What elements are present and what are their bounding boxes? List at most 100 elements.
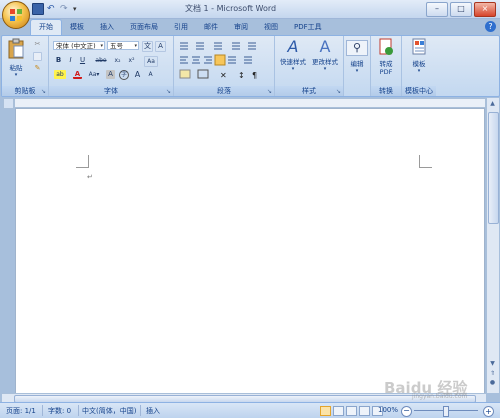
cut-icon[interactable]: ✂: [33, 40, 42, 49]
shrink-font-button[interactable]: A: [146, 70, 155, 79]
font-name-combo[interactable]: 宋体 (中文正) ▾: [53, 41, 105, 50]
tab-template[interactable]: 模板: [62, 20, 92, 35]
svg-text:↕: ↕: [238, 71, 245, 80]
tab-review[interactable]: 审阅: [226, 20, 256, 35]
pdf-icon: [379, 38, 393, 55]
paste-icon: [8, 38, 24, 59]
paragraph-buttons-icon: ✕ ↕ ¶: [179, 42, 257, 80]
phonetic-guide-icon[interactable]: 文: [142, 41, 153, 52]
browse-object-icon[interactable]: ●: [488, 379, 497, 388]
quick-access-toolbar: ↶ ↷ ▾: [32, 3, 83, 15]
tab-mailings[interactable]: 邮件: [196, 20, 226, 35]
change-styles-button[interactable]: A 更改样式 ▾: [309, 37, 341, 73]
tab-view[interactable]: 视图: [256, 20, 286, 35]
status-separator: [42, 405, 43, 416]
grow-font-button[interactable]: A: [133, 70, 142, 79]
convert-group: 转成 PDF 转换: [371, 36, 402, 96]
scroll-down-icon[interactable]: ▼: [488, 360, 497, 369]
font-size-combo[interactable]: 五号 ▾: [107, 41, 139, 50]
view-buttons: [320, 406, 383, 416]
vertical-scroll-thumb[interactable]: [488, 112, 499, 224]
template-center-group: 模板 ▾ 模板中心: [402, 36, 436, 96]
svg-text:¶: ¶: [252, 71, 257, 80]
styles-group-label: 样式: [275, 86, 343, 96]
ruler-toggle-button[interactable]: [3, 98, 14, 109]
language-indicator[interactable]: 中文(简体，中国): [82, 406, 136, 416]
tab-insert[interactable]: 插入: [92, 20, 122, 35]
chevron-down-icon: ▾: [100, 43, 103, 49]
outline-view-icon[interactable]: [359, 406, 370, 416]
styles-launcher-icon[interactable]: ↘: [336, 88, 341, 95]
undo-icon[interactable]: ↶: [47, 4, 57, 14]
zoom-slider-thumb[interactable]: [443, 406, 449, 417]
template-label: 模板: [412, 60, 426, 68]
font-size-value: 五号: [110, 42, 123, 50]
italic-button[interactable]: I: [66, 56, 75, 65]
zoom-out-icon[interactable]: −: [401, 406, 412, 417]
format-painter-icon[interactable]: ✎: [33, 64, 42, 73]
font-group: 宋体 (中文正) ▾ 五号 ▾ 文 A B I U abe x₂ x² Aa ab …: [49, 36, 174, 96]
strikethrough-button[interactable]: abe: [94, 56, 108, 65]
editing-button[interactable]: ⚲ 编辑 ▾: [346, 40, 368, 74]
font-launcher-icon[interactable]: ↘: [166, 88, 171, 95]
enclose-char-icon[interactable]: 字: [119, 70, 129, 80]
editing-group: ⚲ 编辑 ▾: [344, 36, 371, 96]
save-icon[interactable]: [32, 3, 44, 15]
clear-formatting-button[interactable]: Aa: [144, 56, 158, 67]
to-pdf-label-1: 转成: [379, 60, 393, 68]
char-shading-button[interactable]: A: [106, 70, 115, 79]
window-controls: – □ ×: [426, 2, 496, 17]
previous-page-icon[interactable]: ⇑: [488, 370, 497, 379]
zoom-level[interactable]: 100%: [378, 406, 398, 414]
maximize-button[interactable]: □: [450, 2, 472, 17]
subscript-button[interactable]: x₂: [112, 56, 123, 65]
print-layout-view-icon[interactable]: [320, 406, 331, 416]
quick-styles-button[interactable]: A 快速样式 ▾: [278, 37, 308, 73]
document-page[interactable]: [15, 108, 485, 394]
page-count[interactable]: 页面: 1/1: [6, 406, 36, 416]
clipboard-launcher-icon[interactable]: ↘: [41, 88, 46, 95]
font-color-button[interactable]: A: [73, 70, 82, 79]
tab-pdf-tools[interactable]: PDF工具: [286, 20, 330, 35]
underline-button[interactable]: U: [78, 56, 87, 65]
superscript-button[interactable]: x²: [126, 56, 137, 65]
change-styles-icon: A: [319, 37, 331, 56]
change-case-button[interactable]: Aa▾: [87, 70, 101, 79]
word-count[interactable]: 字数: 0: [48, 406, 71, 416]
ribbon-tabs: 开始 模板 插入 页面布局 引用 邮件 审阅 视图 PDF工具: [30, 19, 330, 35]
customize-qat-icon[interactable]: ▾: [73, 4, 83, 14]
copy-icon[interactable]: [33, 52, 42, 61]
zoom-in-icon[interactable]: +: [483, 406, 494, 417]
help-icon[interactable]: ?: [485, 21, 496, 32]
web-layout-view-icon[interactable]: [346, 406, 357, 416]
change-styles-label: 更改样式: [312, 58, 338, 66]
clipboard-group: 粘贴 ▾ ✂ ✎ 剪贴板 ↘: [2, 36, 49, 96]
scroll-up-icon[interactable]: ▲: [488, 100, 497, 109]
to-pdf-button[interactable]: 转成 PDF: [374, 38, 398, 76]
tab-page-layout[interactable]: 页面布局: [122, 20, 166, 35]
bold-button[interactable]: B: [54, 56, 63, 65]
insert-mode-indicator[interactable]: 插入: [146, 406, 160, 416]
margin-corner-top-left: [76, 155, 89, 168]
paragraph-launcher-icon[interactable]: ↘: [267, 88, 272, 95]
styles-group: A 快速样式 ▾ A 更改样式 ▾ 样式 ↘: [275, 36, 344, 96]
tab-references[interactable]: 引用: [166, 20, 196, 35]
tab-home[interactable]: 开始: [30, 19, 62, 35]
template-icon: [412, 38, 426, 55]
status-bar: 页面: 1/1 字数: 0 中文(简体，中国) 插入 100% − +: [0, 402, 500, 418]
baidu-watermark-url: jingyan.baidu.com: [412, 393, 468, 400]
char-border-icon[interactable]: A: [155, 41, 166, 52]
paragraph-group-label: 段落: [174, 86, 274, 96]
paste-button[interactable]: 粘贴 ▾: [5, 38, 27, 78]
full-screen-reading-view-icon[interactable]: [333, 406, 344, 416]
svg-text:✕: ✕: [220, 71, 227, 80]
template-button[interactable]: 模板 ▾: [406, 38, 432, 74]
horizontal-ruler[interactable]: [14, 98, 486, 108]
vertical-scrollbar[interactable]: ▲ ▼ ⇑ ●: [486, 98, 499, 393]
office-button[interactable]: [2, 1, 30, 29]
highlight-button[interactable]: ab: [54, 70, 66, 79]
redo-icon[interactable]: ↷: [60, 4, 70, 14]
quick-styles-icon: A: [287, 37, 299, 56]
close-button[interactable]: ×: [474, 2, 496, 17]
minimize-button[interactable]: –: [426, 2, 448, 17]
